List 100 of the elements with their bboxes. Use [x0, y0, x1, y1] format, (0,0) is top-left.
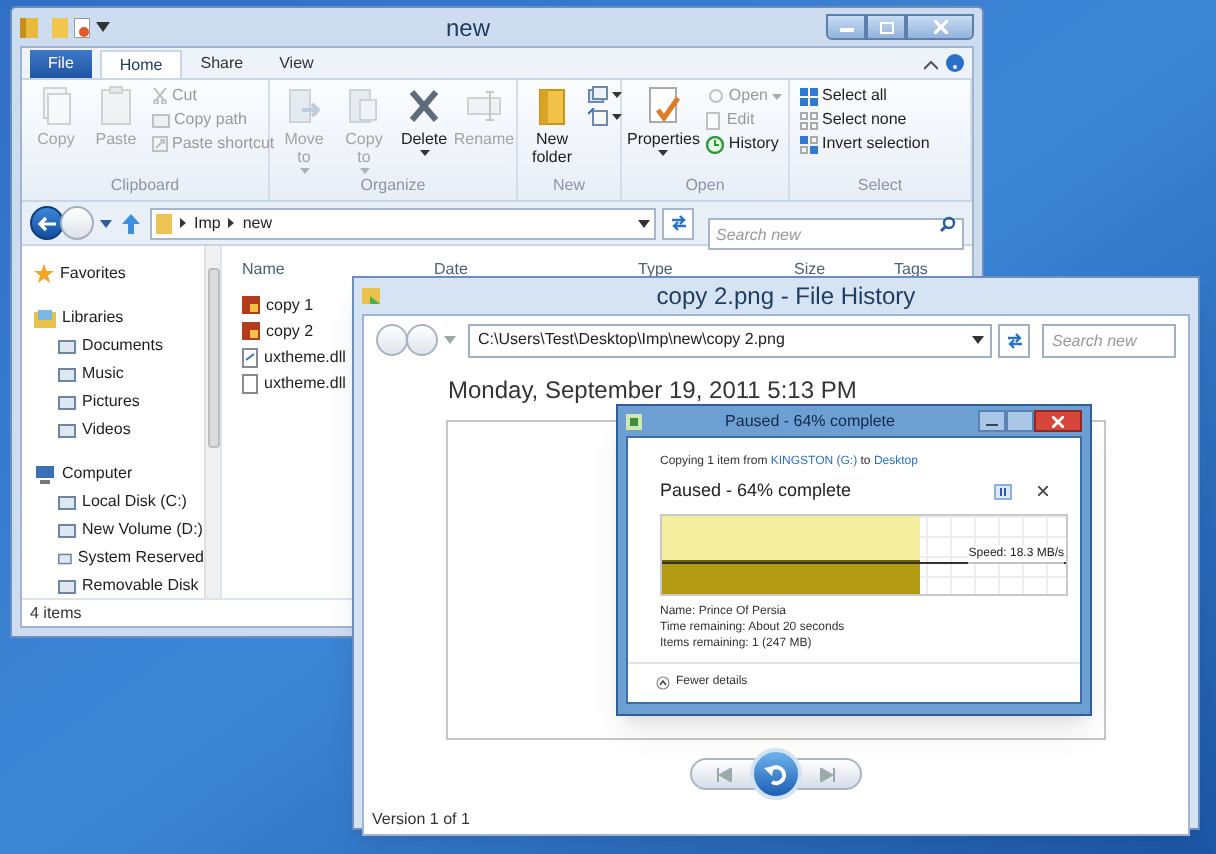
breadcrumb-item[interactable]: new — [242, 211, 273, 235]
ribbon-button[interactable]: Select none — [800, 110, 930, 130]
window-title: Paused - 64% complete — [725, 409, 895, 433]
history-icon — [706, 135, 725, 153]
folder-move-icon — [288, 86, 320, 126]
file-item[interactable]: uxtheme.dll — [234, 346, 346, 368]
nav-item[interactable]: Computer — [34, 462, 204, 486]
rename-icon — [466, 86, 502, 126]
settings-file-icon — [242, 347, 258, 367]
column-header[interactable]: Size — [786, 258, 886, 282]
column-header[interactable]: Type — [630, 258, 786, 282]
version-date: Monday, September 19, 2011 5:13 PM — [448, 376, 857, 404]
caret-icon[interactable] — [972, 336, 984, 344]
clipboard-icon — [100, 86, 132, 126]
window-title: new — [445, 11, 490, 45]
minimize-button[interactable] — [978, 410, 1006, 432]
ribbon-button[interactable]: Invert selection — [800, 134, 930, 154]
nav-item[interactable]: Libraries — [34, 306, 204, 330]
file-item[interactable]: uxtheme.dll — [234, 372, 346, 394]
nav-item[interactable]: System Reserved — [34, 546, 204, 570]
file-item[interactable]: copy 1 — [234, 294, 314, 316]
address-field[interactable]: Imp new — [150, 207, 656, 239]
folder-icon — [362, 286, 382, 306]
up-arrow-icon[interactable] — [122, 213, 140, 233]
folder-copy-icon — [348, 86, 380, 126]
next-version-button[interactable] — [794, 758, 862, 790]
nav-item[interactable]: Videos — [34, 418, 204, 442]
scissors-icon — [152, 88, 168, 104]
file-icon — [242, 373, 258, 393]
close-icon — [1052, 415, 1064, 427]
path-field[interactable]: C:\Users\Test\Desktop\Imp\new\copy 2.png — [468, 323, 992, 357]
nav-item[interactable]: Pictures — [34, 390, 204, 414]
breadcrumb-item[interactable]: Imp — [194, 211, 221, 235]
chevron-icon[interactable] — [228, 218, 235, 228]
invert-selection-icon — [800, 135, 818, 153]
ribbon-button[interactable]: Select all — [800, 86, 930, 106]
folder-icon — [156, 213, 172, 233]
nav-item[interactable]: Favorites — [34, 262, 204, 286]
close-button[interactable] — [906, 14, 974, 40]
ribbon-tab[interactable]: Home — [99, 50, 183, 78]
close-button[interactable] — [1034, 410, 1082, 432]
path-icon — [152, 113, 170, 127]
select-none-icon — [800, 111, 818, 129]
column-header[interactable]: Date — [426, 258, 630, 282]
open-icon — [706, 88, 725, 104]
caret-icon[interactable] — [638, 219, 650, 227]
status-text: Version 1 of 1 — [372, 808, 470, 832]
pause-button[interactable] — [994, 483, 1012, 500]
scroll-thumb[interactable] — [207, 268, 219, 448]
nav-item[interactable]: Removable Disk — [34, 574, 204, 598]
nav-item[interactable]: Documents — [34, 334, 204, 358]
nav-item[interactable]: Local Disk (C:) — [34, 490, 204, 514]
shortcut-icon — [152, 136, 168, 152]
refresh-button[interactable] — [662, 207, 694, 239]
nav-item[interactable]: Music — [34, 362, 204, 386]
next-icon — [820, 767, 836, 781]
back-arrow-icon — [38, 215, 56, 231]
search-field[interactable]: Search new — [708, 218, 964, 250]
delete-icon — [408, 86, 440, 126]
library-icon — [34, 309, 56, 327]
previous-icon — [716, 767, 732, 781]
group-label: Clipboard — [108, 174, 182, 198]
refresh-button[interactable] — [998, 323, 1030, 357]
progress-heading: Paused - 64% complete — [660, 478, 854, 504]
ribbon-button[interactable]: New folder — [524, 86, 580, 166]
chevron-icon[interactable] — [924, 60, 938, 70]
file-item[interactable]: copy 2 — [234, 320, 314, 342]
ribbon-button[interactable]: Delete — [396, 86, 452, 156]
scrollbar[interactable] — [204, 246, 220, 598]
column-header[interactable]: Tags — [886, 258, 966, 282]
search-field[interactable]: Search new — [1042, 323, 1176, 357]
file-tab[interactable]: File — [30, 50, 92, 78]
restore-icon — [764, 762, 788, 786]
properties-icon — [647, 86, 680, 126]
close-icon[interactable] — [1038, 486, 1048, 497]
folder-icon — [538, 86, 566, 126]
search-icon[interactable] — [940, 215, 956, 231]
refresh-icon — [1005, 331, 1023, 349]
icon-button[interactable] — [588, 86, 622, 104]
maximize-button[interactable] — [866, 14, 906, 40]
icon-button[interactable] — [588, 108, 622, 126]
ribbon-tab[interactable]: Share — [182, 50, 262, 78]
previous-version-button[interactable] — [690, 758, 758, 790]
back-button[interactable] — [30, 206, 64, 240]
restore-button[interactable] — [750, 748, 802, 800]
column-header[interactable]: Name — [234, 258, 426, 282]
window-title: copy 2.png - File History — [656, 280, 916, 314]
caret-icon[interactable] — [96, 22, 110, 32]
group-label: Select — [855, 174, 905, 198]
ribbon-button[interactable]: Properties — [628, 86, 699, 156]
caret-icon[interactable] — [100, 219, 112, 227]
new-file-icon[interactable] — [74, 17, 90, 37]
ribbon-tab[interactable]: View — [261, 50, 332, 78]
chevron-icon[interactable] — [180, 218, 186, 228]
minimize-button[interactable] — [826, 14, 866, 40]
ribbon-button[interactable]: History — [706, 134, 782, 154]
help-icon[interactable] — [946, 54, 964, 72]
collapse-icon — [656, 676, 670, 690]
refresh-icon — [669, 214, 687, 232]
nav-item[interactable]: New Volume (D:) — [34, 518, 204, 542]
